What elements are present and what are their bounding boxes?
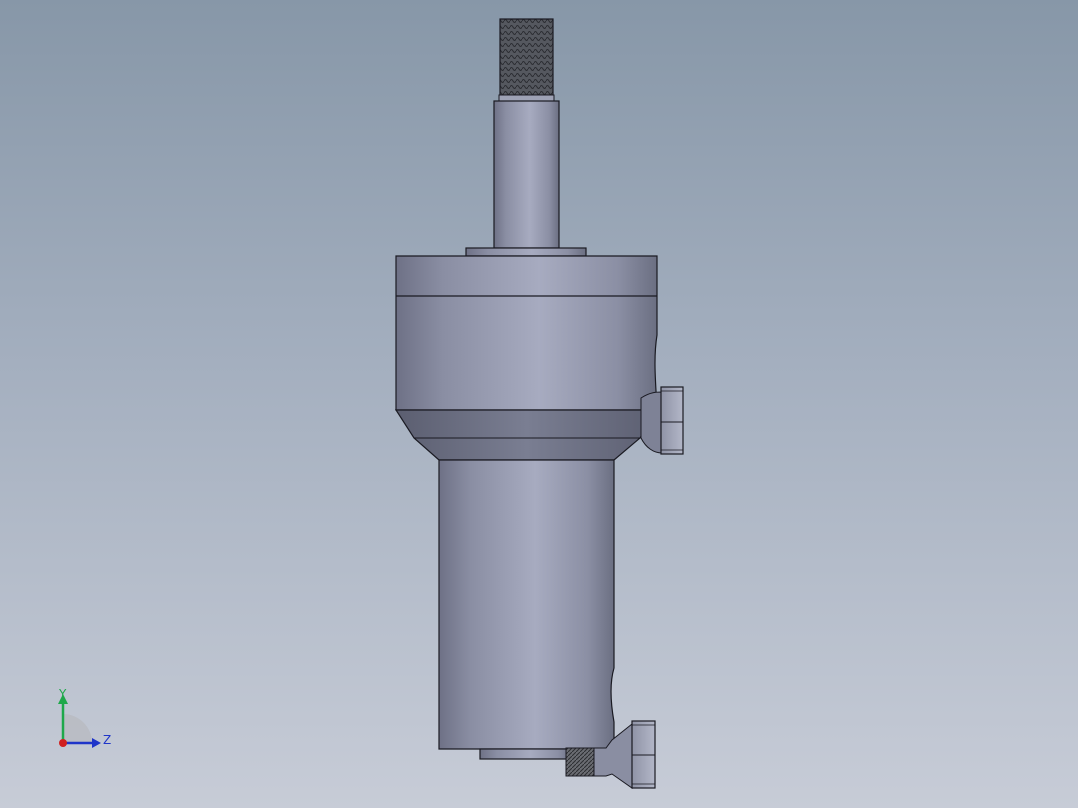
cylinder-assembly-model[interactable] [0, 0, 1078, 808]
cylinder-barrel[interactable] [438, 459, 615, 750]
x-axis-dot [59, 739, 67, 747]
rod-gland-ring[interactable] [465, 247, 587, 257]
knurled-rod-tip[interactable] [498, 18, 555, 102]
piston-rod[interactable] [493, 100, 560, 249]
orientation-triad: Y Z [58, 687, 111, 748]
z-axis-label: Z [103, 733, 111, 747]
head-chamfer[interactable] [394, 409, 659, 461]
graphics-viewport[interactable]: Y Z [0, 0, 1078, 808]
upper-port-fitting[interactable] [640, 386, 684, 455]
cylinder-head[interactable] [395, 255, 658, 411]
y-axis-label: Y [58, 687, 67, 701]
bottom-end-cap[interactable] [479, 748, 573, 760]
